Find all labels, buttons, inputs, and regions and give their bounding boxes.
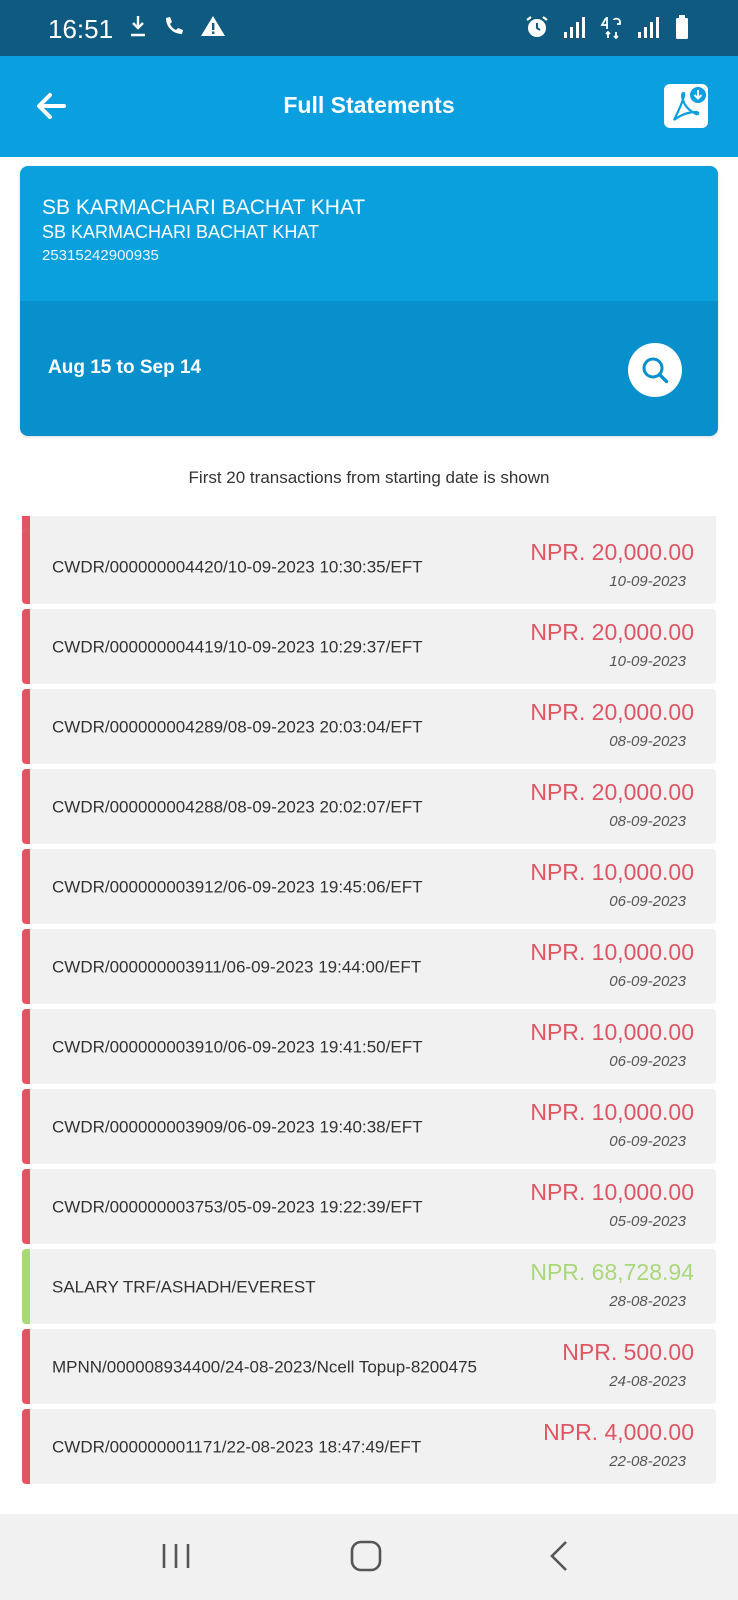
debit-indicator [22, 1409, 30, 1484]
list-item[interactable]: CWDR/000000004288/08-09-2023 20:02:07/EF… [22, 769, 716, 844]
list-item[interactable]: CWDR/000000003912/06-09-2023 19:45:06/EF… [22, 849, 716, 924]
transaction-amount: NPR. 10,000.00 [530, 1179, 694, 1205]
warning-icon [201, 16, 225, 36]
back-icon[interactable] [540, 1536, 580, 1576]
list-item[interactable]: CWDR/000000004420/10-09-2023 10:30:35/EF… [22, 529, 716, 604]
list-item[interactable]: CWDR/000000003911/06-09-2023 19:44:00/EF… [22, 929, 716, 1004]
debit-indicator [22, 1089, 30, 1164]
transaction-date: 08-09-2023 [609, 733, 686, 750]
transaction-amount: NPR. 10,000.00 [530, 939, 694, 965]
transaction-date: 24-08-2023 [609, 1373, 686, 1390]
transaction-amount: NPR. 20,000.00 [530, 619, 694, 645]
transaction-date: 06-09-2023 [609, 973, 686, 990]
transaction-description: CWDR/000000004288/08-09-2023 20:02:07/EF… [52, 797, 423, 816]
home-icon[interactable] [346, 1536, 386, 1576]
system-nav-bar [0, 1514, 738, 1600]
transaction-amount: NPR. 20,000.00 [530, 539, 694, 565]
transaction-description: MPNN/000008934400/24-08-2023/Ncell Topup… [52, 1357, 477, 1376]
transaction-description: CWDR/000000004419/10-09-2023 10:29:37/EF… [52, 637, 423, 656]
signal-icon [638, 17, 659, 38]
date-range-row: Aug 15 to Sep 14 [20, 301, 718, 436]
account-number: 25315242900935 [42, 247, 159, 264]
credit-indicator [22, 1249, 30, 1324]
transaction-date: 05-09-2023 [609, 1213, 686, 1230]
signal-icon [564, 17, 585, 38]
search-button[interactable] [628, 343, 682, 397]
transaction-description: CWDR/000000003910/06-09-2023 19:41:50/EF… [52, 1037, 423, 1056]
transaction-description: CWDR/000000003753/05-09-2023 19:22:39/EF… [52, 1197, 423, 1216]
transaction-date: 10-09-2023 [609, 573, 686, 590]
status-icons-left [128, 14, 226, 38]
account-type: SB KARMACHARI BACHAT KHAT [42, 222, 320, 242]
transaction-amount: NPR. 10,000.00 [530, 859, 694, 885]
transaction-date: 06-09-2023 [609, 1133, 686, 1150]
list-item[interactable]: CWDR/000000003910/06-09-2023 19:41:50/EF… [22, 1009, 716, 1084]
debit-indicator [22, 1169, 30, 1244]
list-item[interactable]: CWDR/000000003909/06-09-2023 19:40:38/EF… [22, 1089, 716, 1164]
transaction-description: CWDR/000000003911/06-09-2023 19:44:00/EF… [52, 957, 422, 976]
debit-indicator [22, 1009, 30, 1084]
transaction-amount: NPR. 500.00 [562, 1339, 694, 1365]
transaction-date: 08-09-2023 [609, 813, 686, 830]
account-info: SB KARMACHARI BACHAT KHAT SB KARMACHARI … [20, 166, 718, 301]
list-item[interactable]: MPNN/000008934400/24-08-2023/Ncell Topup… [22, 1329, 716, 1404]
transaction-amount: NPR. 20,000.00 [530, 699, 694, 725]
transaction-date: 22-08-2023 [609, 1453, 686, 1470]
transaction-amount: NPR. 20,000.00 [530, 779, 694, 805]
transaction-date: 10-09-2023 [609, 653, 686, 670]
account-name: SB KARMACHARI BACHAT KHAT [42, 196, 366, 219]
transaction-date: 28-08-2023 [609, 1293, 686, 1310]
4g-icon [600, 17, 621, 40]
pdf-download-icon [673, 87, 706, 121]
pdf-download-button[interactable] [664, 84, 708, 128]
list-item[interactable]: CWDR/000000004419/10-09-2023 10:29:37/EF… [22, 609, 716, 684]
debit-indicator [22, 929, 30, 1004]
transaction-description: CWDR/000000003912/06-09-2023 19:45:06/EF… [52, 877, 423, 896]
transaction-date: 06-09-2023 [609, 893, 686, 910]
debit-indicator [22, 1329, 30, 1404]
wifi-calling-icon [166, 17, 183, 34]
status-icons-right [524, 14, 690, 40]
app-bar: Full Statements [0, 56, 738, 157]
transaction-date: 06-09-2023 [609, 1053, 686, 1070]
transaction-amount: NPR. 4,000.00 [543, 1419, 694, 1445]
transaction-description: CWDR/000000004289/08-09-2023 20:03:04/EF… [52, 717, 423, 736]
alarm-icon [526, 16, 548, 37]
transaction-amount: NPR. 10,000.00 [530, 1019, 694, 1045]
transaction-list[interactable]: CWDR/000000004420/10-09-2023 10:30:35/EF… [0, 516, 738, 1514]
transaction-amount: NPR. 10,000.00 [530, 1099, 694, 1125]
recent-apps-icon[interactable] [156, 1536, 196, 1576]
debit-indicator [22, 849, 30, 924]
debit-indicator [22, 769, 30, 844]
list-item[interactable]: CWDR/000000003753/05-09-2023 19:22:39/EF… [22, 1169, 716, 1244]
list-item[interactable]: SALARY TRF/ASHADH/EVEREST NPR. 68,728.94 2… [22, 1249, 716, 1324]
download-icon [131, 16, 145, 37]
list-item[interactable]: CWDR/000000004289/08-09-2023 20:03:04/EF… [22, 689, 716, 764]
status-time: 16:51 [48, 14, 114, 44]
debit-indicator [22, 609, 30, 684]
account-card: SB KARMACHARI BACHAT KHAT SB KARMACHARI … [20, 166, 718, 436]
list-item[interactable]: CWDR/000000001171/22-08-2023 18:47:49/EF… [22, 1409, 716, 1484]
battery-icon [676, 15, 688, 39]
transactions-notice: First 20 transactions from starting date… [188, 468, 550, 487]
status-bar: 16:51 [0, 0, 738, 56]
transaction-description: CWDR/000000004420/10-09-2023 10:30:35/EF… [52, 557, 423, 576]
date-range[interactable]: Aug 15 to Sep 14 [48, 357, 201, 379]
transaction-description: SALARY TRF/ASHADH/EVEREST [52, 1277, 316, 1296]
page-title: Full Statements [283, 92, 455, 118]
transaction-description: CWDR/000000003909/06-09-2023 19:40:38/EF… [52, 1117, 423, 1136]
debit-indicator [22, 529, 30, 604]
search-icon [642, 357, 669, 384]
debit-indicator [22, 689, 30, 764]
transaction-amount: NPR. 68,728.94 [530, 1259, 694, 1285]
transaction-description: CWDR/000000001171/22-08-2023 18:47:49/EF… [52, 1437, 422, 1456]
